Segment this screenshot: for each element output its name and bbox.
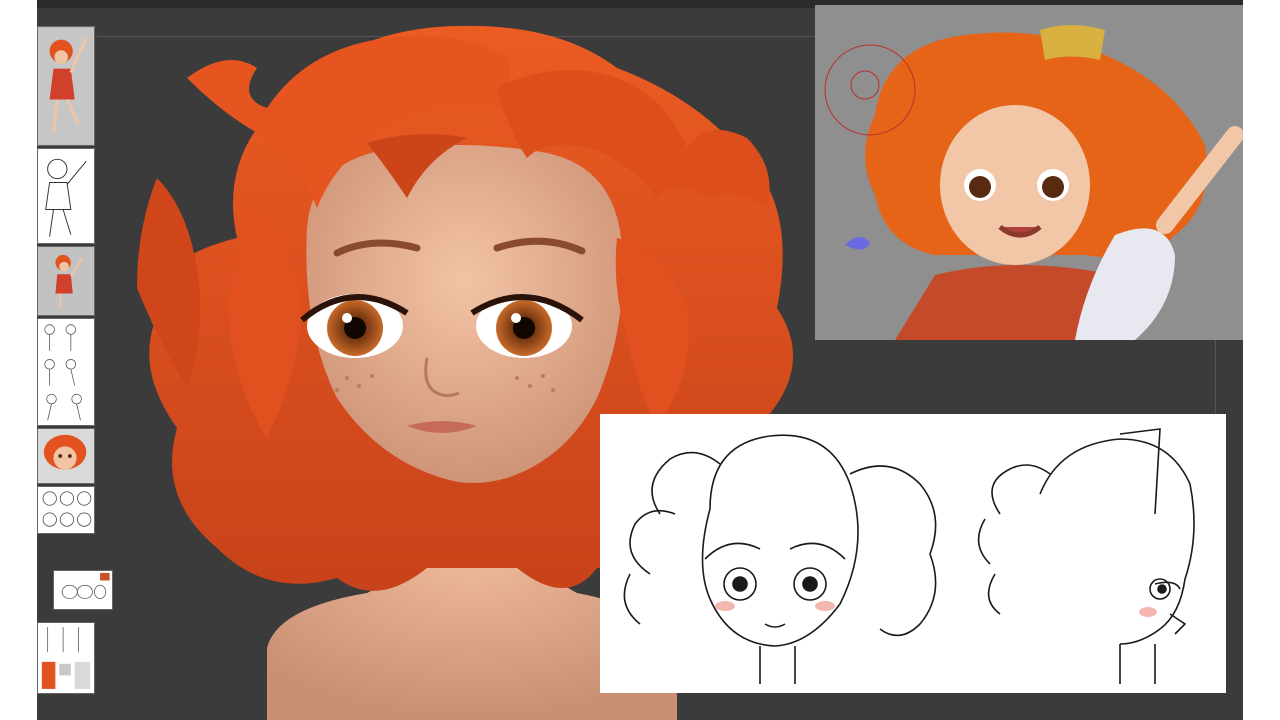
reference-thumbnail-strip — [37, 26, 113, 706]
lineart-side-blush — [1139, 607, 1157, 617]
thumbnail-color-full-body[interactable] — [37, 26, 95, 146]
image-thumbnail-icon — [38, 149, 94, 243]
sculpt-viewport[interactable] — [37, 0, 1243, 720]
thumbnail-color-face[interactable] — [37, 428, 95, 484]
thumbnail-sketch-poses[interactable] — [37, 318, 95, 426]
image-thumbnail-icon — [38, 247, 94, 315]
image-thumbnail-icon — [38, 487, 94, 533]
ref-smile — [998, 224, 1042, 238]
guide-line — [1215, 340, 1216, 414]
ref-crown — [1040, 25, 1105, 60]
right-border — [1243, 0, 1280, 720]
thumbnail-sketch-heads[interactable] — [37, 486, 95, 534]
thumbnail-collage[interactable] — [37, 622, 95, 694]
image-thumbnail-icon — [38, 429, 94, 483]
thumbnail-color-pose[interactable] — [37, 246, 95, 316]
right-eye-highlight — [511, 313, 521, 323]
head-turnaround-lineart-reference[interactable] — [600, 414, 1226, 693]
thumbnail-sketch-full-body[interactable] — [37, 148, 95, 244]
image-thumbnail-icon — [38, 623, 94, 693]
left-eye-highlight — [342, 313, 352, 323]
image-thumbnail-icon — [38, 28, 94, 144]
left-border — [0, 0, 37, 720]
color-illustration-reference[interactable] — [815, 5, 1243, 340]
image-thumbnail-icon — [38, 319, 94, 425]
